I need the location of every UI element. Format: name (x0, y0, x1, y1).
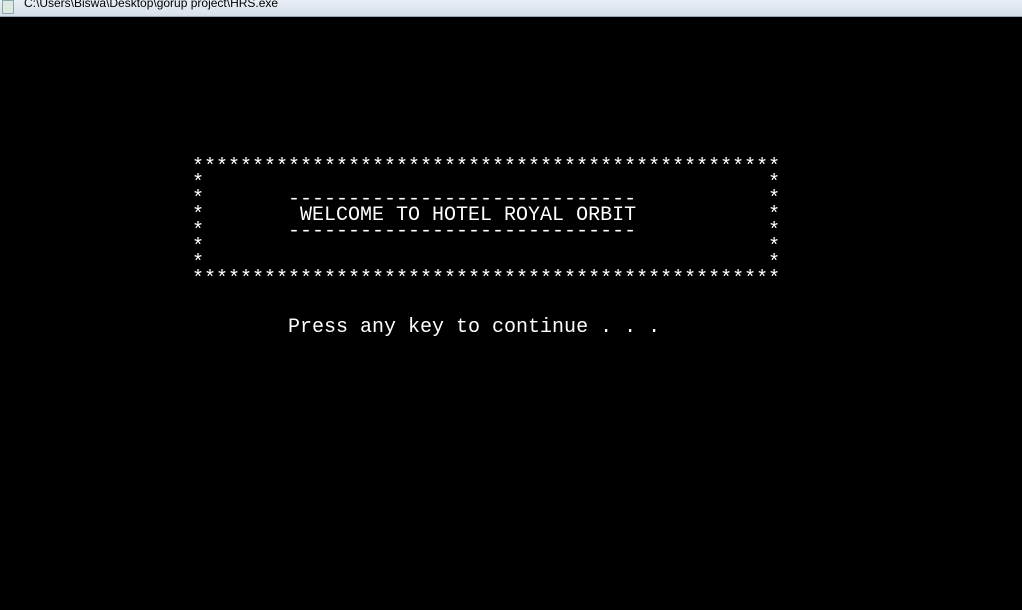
continue-prompt: Press any key to continue . . . (192, 316, 661, 339)
window-titlebar[interactable]: C:\Users\Biswa\Desktop\gorup project\HRS… (0, 0, 1022, 17)
banner-border-bottom: ****************************************… (192, 268, 781, 291)
console-output: ****************************************… (192, 158, 781, 339)
window-title: C:\Users\Biswa\Desktop\gorup project\HRS… (24, 0, 279, 10)
console-app-icon (2, 0, 14, 14)
